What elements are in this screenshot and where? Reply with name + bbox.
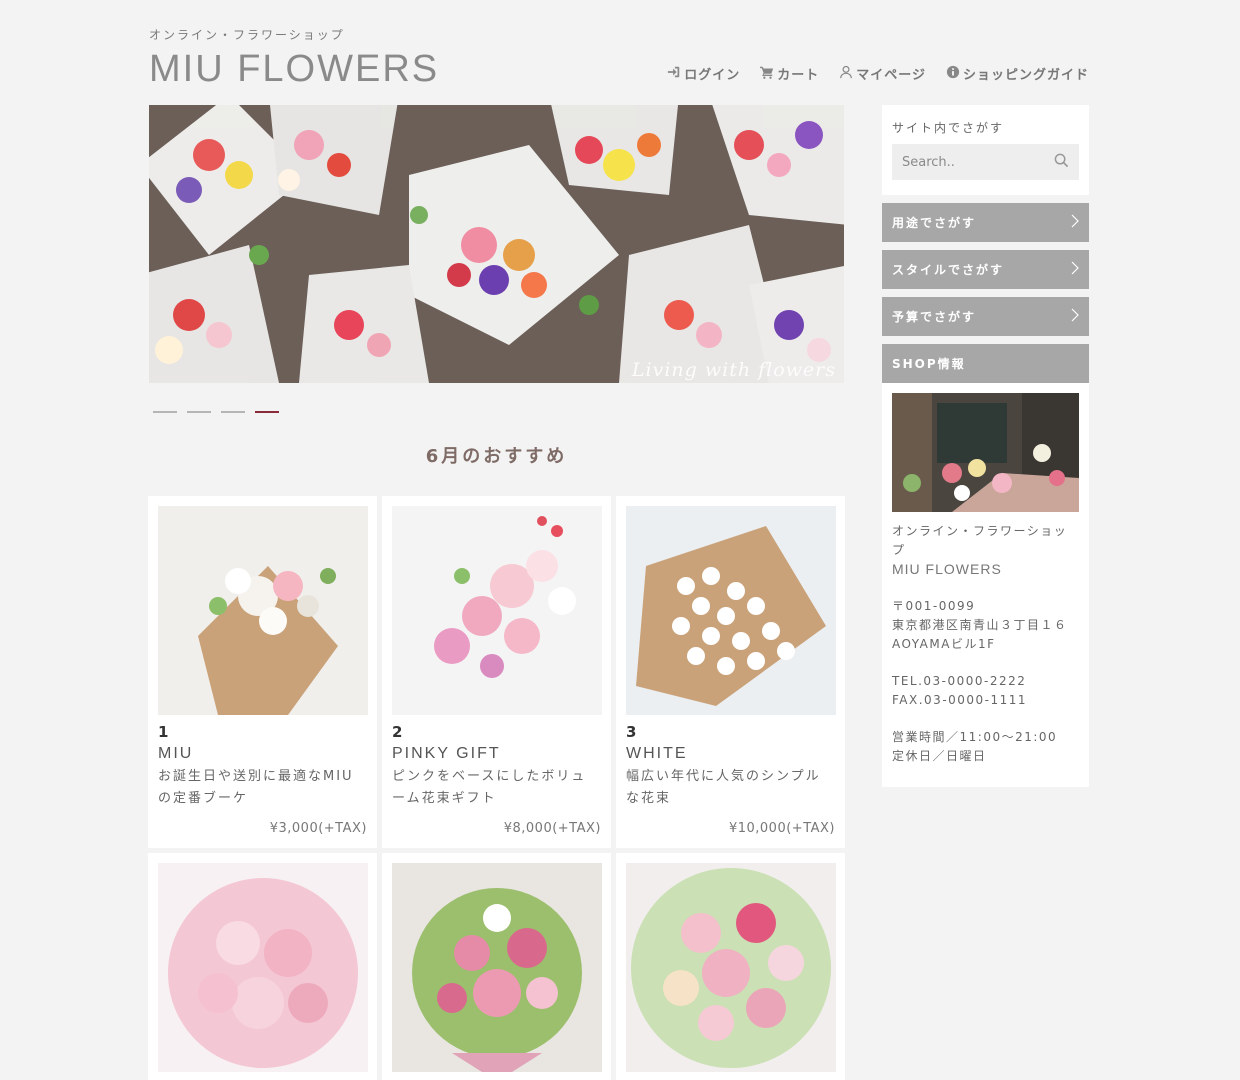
product-image [392, 506, 602, 715]
product-card[interactable]: 3 WHITE 幅広い年代に人気のシンプルな花束 ¥10,000(+TAX) [616, 496, 845, 848]
product-card[interactable] [148, 853, 377, 1080]
menu-by-purpose[interactable]: 用途でさがす [882, 203, 1089, 242]
menu-label: スタイルでさがす [892, 263, 1005, 277]
shop-info-label: SHOP情報 [892, 357, 966, 371]
product-price: ¥10,000(+TAX) [728, 821, 835, 836]
product-rank: 2 [392, 723, 403, 741]
nav-login[interactable]: ログイン [667, 64, 740, 83]
product-name: WHITE [626, 745, 688, 762]
menu-by-style[interactable]: スタイルでさがす [882, 250, 1089, 289]
product-card[interactable]: 2 PINKY GIFT ピンクをベースにしたボリューム花束ギフト ¥8,000… [382, 496, 611, 848]
menu-label: 予算でさがす [892, 310, 977, 324]
shop-hours: 営業時間／11:00〜21:00 [892, 730, 1058, 744]
slider-dot-4[interactable] [255, 411, 279, 413]
shop-tagline: オンライン・フラワーショップ [892, 524, 1068, 557]
product-price: ¥8,000(+TAX) [503, 821, 601, 836]
section-title: 6月のおすすめ [425, 446, 568, 467]
shop-info-header: SHOP情報 [882, 344, 1089, 383]
shop-photo [892, 393, 1079, 512]
menu-by-budget[interactable]: 予算でさがす [882, 297, 1089, 336]
product-grid: 1 MIU お誕生日や送別に最適なMIUの定番ブーケ ¥3,000(+TAX) … [148, 496, 845, 1080]
hero-image [149, 105, 844, 383]
nav-cart[interactable]: カート [760, 64, 819, 83]
slider-dots [153, 411, 279, 413]
slider-dot-3[interactable] [221, 411, 245, 413]
nav-login-label: ログイン [684, 68, 741, 83]
shop-address-1: 東京都港区南青山３丁目１６ [892, 618, 1068, 632]
chevron-right-icon [1071, 308, 1079, 325]
sidebar: サイト内でさがす 用途でさがす スタイルでさがす 予算でさがす SHOP情報 [882, 105, 1089, 787]
product-name: PINKY GIFT [392, 745, 501, 762]
product-name: MIU [158, 745, 194, 762]
shop-tel: TEL.03-0000-2222 [892, 674, 1027, 688]
product-image [158, 863, 368, 1072]
product-image [158, 506, 368, 715]
cart-icon [760, 65, 774, 83]
product-card[interactable] [382, 853, 611, 1080]
nav-mypage-label: マイページ [856, 68, 926, 83]
site-logo[interactable]: MIU FLOWERS [149, 48, 439, 91]
product-image [392, 863, 602, 1072]
search-input[interactable] [902, 154, 1042, 170]
hero-slider[interactable]: Living with flowers [149, 105, 844, 383]
product-description: お誕生日や送別に最適なMIUの定番ブーケ [158, 769, 354, 806]
shop-postal: 〒001-0099 [892, 599, 976, 613]
nav-cart-label: カート [777, 68, 820, 83]
search-icon[interactable] [1054, 153, 1069, 172]
product-image [626, 506, 836, 715]
site-tagline: オンライン・フラワーショップ [149, 28, 345, 42]
header-nav: ログイン カート マイページ ショッピングガイド [667, 64, 1089, 83]
product-rank: 3 [626, 723, 637, 741]
product-description: ピンクをベースにしたボリューム花束ギフト [392, 769, 587, 806]
slider-dot-2[interactable] [187, 411, 211, 413]
product-price: ¥3,000(+TAX) [269, 821, 367, 836]
shop-details: オンライン・フラワーショップ MIU FLOWERS 〒001-0099 東京都… [892, 522, 1079, 766]
menu-label: 用途でさがす [892, 216, 977, 230]
nav-mypage[interactable]: マイページ [839, 64, 926, 83]
info-icon [946, 65, 960, 83]
chevron-right-icon [1071, 214, 1079, 231]
product-card[interactable] [616, 853, 845, 1080]
user-icon [839, 65, 853, 83]
shop-address-2: AOYAMAビル1F [892, 637, 996, 651]
nav-guide-label: ショッピングガイド [962, 68, 1089, 83]
hero-caption: Living with flowers [631, 359, 836, 381]
nav-guide[interactable]: ショッピングガイド [946, 64, 1089, 83]
search-field [892, 144, 1079, 180]
product-description: 幅広い年代に人気のシンプルな花束 [626, 769, 821, 806]
product-card[interactable]: 1 MIU お誕生日や送別に最適なMIUの定番ブーケ ¥3,000(+TAX) [148, 496, 377, 848]
search-label: サイト内でさがす [892, 121, 1005, 135]
chevron-right-icon [1071, 261, 1079, 278]
site-header: オンライン・フラワーショップ MIU FLOWERS ログイン カート マイペー… [149, 24, 1089, 94]
shop-closed: 定休日／日曜日 [892, 749, 987, 763]
shop-fax: FAX.03-0000-1111 [892, 693, 1028, 707]
slider-dot-1[interactable] [153, 411, 177, 413]
shop-info: オンライン・フラワーショップ MIU FLOWERS 〒001-0099 東京都… [882, 383, 1089, 787]
login-icon [667, 65, 681, 83]
product-image [626, 863, 836, 1072]
shop-name: MIU FLOWERS [892, 561, 1002, 577]
site-search: サイト内でさがす [882, 105, 1089, 195]
product-rank: 1 [158, 723, 169, 741]
